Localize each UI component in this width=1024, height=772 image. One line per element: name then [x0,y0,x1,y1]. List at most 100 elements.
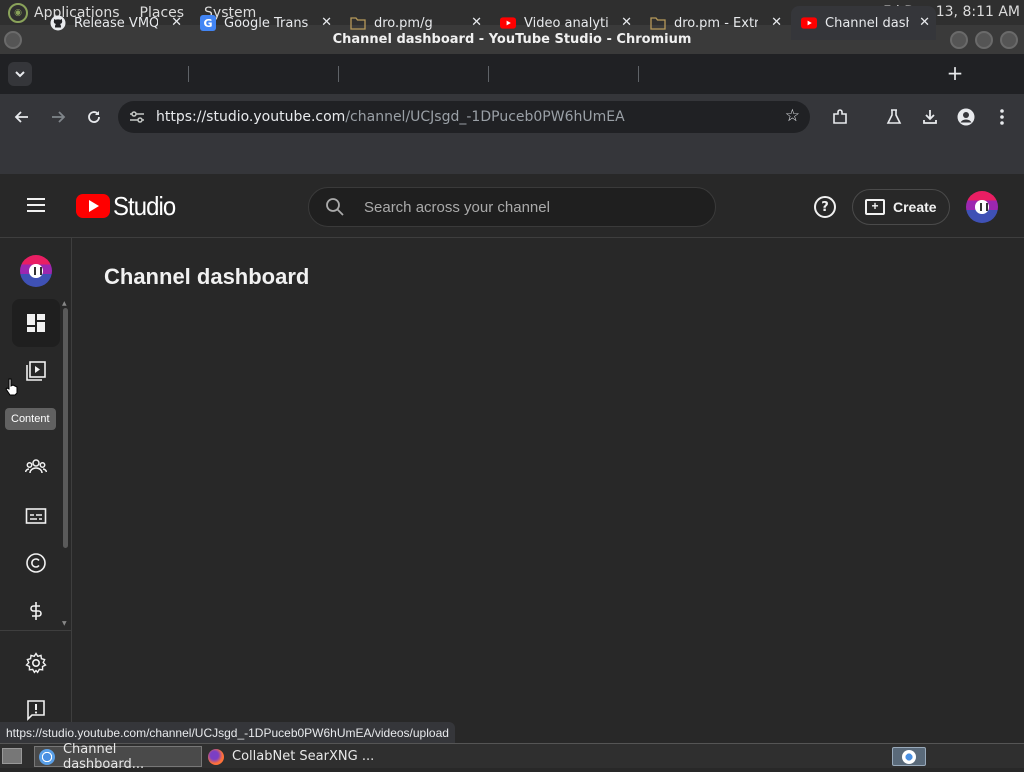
taskbar-item-firefox[interactable]: CollabNet SearXNG ... [204,746,394,767]
chromium-tray-icon [902,749,916,764]
hand-cursor-icon [5,378,19,396]
bookmark-star-icon[interactable]: ☆ [785,106,800,126]
bookmark-bar [0,140,1024,174]
create-button[interactable]: + Create [852,189,950,225]
tab-title: Channel dash [825,15,909,31]
url-host: https://studio.youtube.com [156,109,346,125]
sidebar-item-content[interactable] [12,347,60,395]
youtube-icon [500,15,516,31]
site-info-icon[interactable] [128,108,146,126]
dashboard-icon [27,314,45,332]
content-tooltip: Content [5,408,56,430]
tab-title: dro.pm - Extr [674,15,758,31]
tab-video-analytics[interactable]: Video analytic ✕ [490,6,638,40]
sidebar-scrollbar[interactable] [63,308,68,548]
channel-search-box[interactable] [308,187,716,227]
sidebar-item-copyright[interactable] [12,539,60,587]
tab-dro-pm-extra[interactable]: dro.pm - Extr ✕ [640,6,788,40]
page-title: Channel dashboard [104,264,310,289]
new-tab-button[interactable]: + [944,61,966,85]
close-tab-icon[interactable]: ✕ [471,15,482,30]
studio-header: Studio ? + Create [0,174,1024,238]
dollar-icon [30,602,42,620]
tab-title: dro.pm/g [374,15,433,31]
github-icon [50,15,66,31]
tab-separator [638,66,639,82]
close-tab-icon[interactable]: ✕ [321,15,332,30]
maximize-button[interactable] [975,31,993,49]
workspace-switcher[interactable] [892,747,926,766]
gear-icon [25,652,47,674]
close-tab-icon[interactable]: ✕ [919,15,930,30]
tab-google-translate[interactable]: G Google Trans ✕ [190,6,338,40]
sidebar-item-subtitles[interactable] [12,492,60,540]
forward-icon[interactable] [47,106,69,128]
feedback-icon [27,700,45,721]
help-icon[interactable]: ? [814,196,836,218]
browser-toolbar: https://studio.youtube.com/channel/UCJsg… [0,94,1024,140]
youtube-icon [801,15,817,31]
link-status-bubble: https://studio.youtube.com/channel/UCJsg… [0,722,455,743]
tab-search-button[interactable] [8,62,32,86]
extensions-icon[interactable] [829,106,851,128]
create-video-icon: + [865,199,885,215]
studio-logo[interactable]: Studio [76,191,181,221]
google-translate-icon: G [200,15,216,31]
folder-icon [350,15,366,31]
show-desktop-icon[interactable] [2,748,22,764]
close-window-button[interactable] [1000,31,1018,49]
firefox-icon [208,748,224,765]
taskbar-item-label: CollabNet SearXNG ... [232,749,375,764]
close-tab-icon[interactable]: ✕ [771,15,782,30]
profile-icon[interactable] [955,106,977,128]
folder-icon [650,15,666,31]
tab-release-vmq[interactable]: Release VMQ ✕ [40,6,188,40]
chromium-icon [39,748,55,765]
more-options-icon[interactable] [991,106,1013,128]
channel-avatar[interactable] [20,255,52,287]
tab-title: Google Trans [224,15,308,31]
tab-strip [0,54,1024,94]
scroll-up-arrow-icon[interactable]: ▲ [62,300,67,307]
address-bar[interactable]: https://studio.youtube.com/channel/UCJsg… [118,101,810,133]
tab-separator [188,66,189,82]
subtitles-icon [25,508,47,524]
search-input[interactable] [364,197,694,217]
youtube-play-icon [76,194,110,218]
close-tab-icon[interactable]: ✕ [621,15,632,30]
account-avatar[interactable] [966,191,998,223]
sidebar-item-community[interactable] [12,443,60,491]
taskbar-item-label: Channel dashboard... [62,741,145,772]
labs-flask-icon[interactable] [883,106,905,128]
sidebar-divider [0,630,71,631]
studio-sidebar: ▲ ▼ [0,238,72,743]
copyright-icon [26,553,46,573]
bottom-taskbar: Channel dashboard... CollabNet SearXNG .… [0,742,1024,772]
taskbar-item-chromium[interactable]: Channel dashboard... [34,742,202,772]
back-icon[interactable] [11,106,33,128]
window-menu-button[interactable] [4,31,22,49]
sidebar-item-dashboard[interactable] [12,299,60,347]
create-label: Create [893,199,937,215]
tab-title: Video analytic [524,15,608,31]
hamburger-menu-icon[interactable] [24,194,48,218]
minimize-button[interactable] [950,31,968,49]
url-path: /channel/UCJsgd_-1DPuceb0PW6hUmEA [345,109,625,125]
download-icon[interactable] [919,106,941,128]
sidebar-item-settings[interactable] [12,639,60,687]
community-icon [25,459,47,474]
scroll-down-arrow-icon[interactable]: ▼ [62,620,67,627]
close-tab-icon[interactable]: ✕ [171,15,182,30]
tab-separator [338,66,339,82]
search-icon[interactable] [325,197,345,217]
tab-title: Release VMQ [74,15,158,31]
reload-icon[interactable] [83,106,105,128]
tab-dro-pm-g[interactable]: dro.pm/g ✕ [340,6,488,40]
chevron-down-icon [15,71,25,78]
content-icon [26,361,46,381]
url-text: https://studio.youtube.com/channel/UCJsg… [156,109,625,125]
tab-separator [488,66,489,82]
sidebar-item-earn[interactable] [12,587,60,635]
tab-channel-dashboard[interactable]: Channel dash ✕ [791,6,936,40]
distro-logo-icon[interactable]: ◉ [8,2,28,23]
